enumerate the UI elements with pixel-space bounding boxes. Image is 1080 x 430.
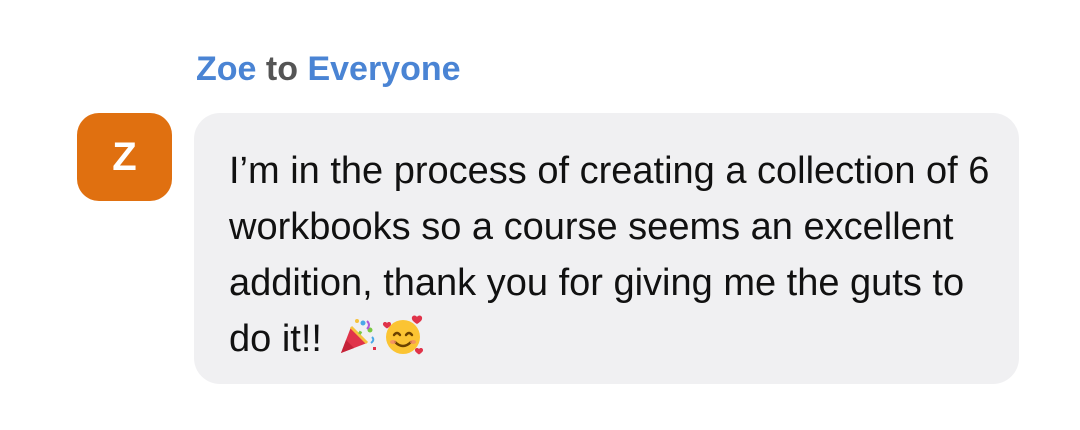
smiling-face-with-hearts-icon [381, 313, 425, 373]
to-label: to [265, 50, 298, 88]
message-header: Zoe to Everyone [196, 48, 461, 90]
chat-message: Zoe to Everyone Z I’m in the process of … [0, 0, 1080, 430]
sender-name[interactable]: Zoe [196, 50, 256, 88]
message-text-block: I’m in the process of creating a collect… [229, 143, 999, 373]
party-popper-icon [337, 317, 377, 373]
avatar[interactable]: Z [77, 113, 172, 201]
avatar-letter: Z [112, 134, 137, 179]
message-bubble: I’m in the process of creating a collect… [194, 113, 1019, 384]
recipient-name[interactable]: Everyone [307, 50, 460, 88]
